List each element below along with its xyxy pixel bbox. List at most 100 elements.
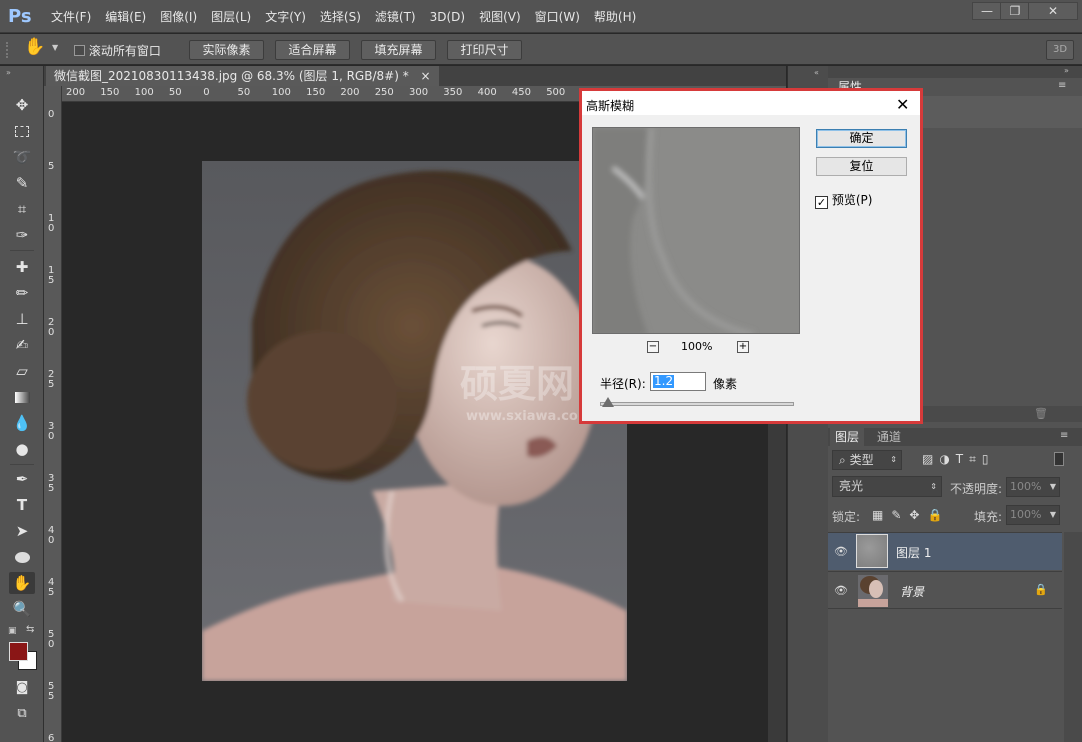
visibility-eye-icon[interactable]: 👁 [834, 545, 848, 558]
radius-value: 1.2 [653, 374, 675, 388]
properties-menu-icon[interactable]: ≡ [1058, 80, 1066, 91]
menu-item[interactable]: 编辑(E) [98, 8, 153, 25]
minimize-button[interactable]: — [972, 2, 1002, 20]
gradient-tool-icon[interactable] [9, 386, 35, 408]
print-size-button[interactable]: 打印尺寸 [447, 40, 522, 60]
vertical-ruler: 0 5 1 0 1 5 2 0 2 5 3 0 3 5 4 0 4 5 5 0 5 5 6 0 [44, 86, 62, 742]
document-tab[interactable]: 微信截图_20210830113438.jpg @ 68.3% (图层 1, R… [46, 66, 439, 86]
lock-icon: 🔒 [1034, 583, 1048, 596]
tab-channels[interactable]: 通道 [872, 428, 906, 446]
fill-screen-button[interactable]: 填充屏幕 [361, 40, 436, 60]
layer-filter-select[interactable]: ⌕ 类型 ⇕ [832, 450, 902, 470]
ruler-tick-label: 250 [374, 87, 394, 98]
restore-button[interactable]: ❐ [1000, 2, 1030, 20]
fill-label: 填充: [974, 510, 1003, 524]
menu-item[interactable]: 图像(I) [153, 8, 204, 25]
dodge-tool-icon[interactable]: ● [9, 438, 35, 460]
zoom-out-button[interactable]: − [647, 341, 659, 353]
pen-tool-icon[interactable]: ✒ [9, 468, 35, 490]
fill-field[interactable]: 100% ▼ [1006, 505, 1060, 525]
ok-button[interactable]: 确定 [816, 129, 907, 148]
foreground-color-swatch[interactable] [9, 642, 28, 661]
history-brush-tool-icon[interactable]: ✍ [9, 334, 35, 356]
hand-tool-icon[interactable]: ✋ [24, 37, 45, 57]
eyedropper-tool-icon[interactable]: ✑ [9, 224, 35, 246]
preview-checkbox[interactable]: ✓ 预览(P) [815, 191, 872, 209]
actual-pixels-button[interactable]: 实际像素 [189, 40, 264, 60]
watermark-url: www.sxiawa.com [466, 409, 592, 424]
delete-icon[interactable]: 🗑 [1034, 407, 1048, 420]
quick-mask-icon[interactable]: ◙ [9, 676, 35, 698]
radius-slider-thumb[interactable] [601, 397, 614, 407]
dock-header: » [828, 66, 1082, 78]
tab-layers[interactable]: 图层 [830, 428, 865, 446]
move-tool-icon[interactable]: ✥ [9, 94, 35, 116]
layer-name[interactable]: 背景 [900, 583, 924, 600]
zoom-in-button[interactable]: + [737, 341, 749, 353]
radius-input[interactable]: 1.2 [650, 372, 706, 391]
blend-mode-select[interactable]: 亮光 ⇕ [832, 476, 942, 497]
close-icon[interactable]: ✕ [896, 95, 909, 114]
menu-item[interactable]: 滤镜(T) [368, 8, 423, 25]
menu-item[interactable]: 窗口(W) [528, 8, 587, 25]
menu-item[interactable]: 视图(V) [472, 8, 528, 25]
blur-tool-icon[interactable]: 💧 [9, 412, 35, 434]
healing-brush-tool-icon[interactable]: ✚ [9, 256, 35, 278]
tool-preset-chevron-icon[interactable]: ▼ [52, 43, 58, 52]
panel-column-collapse-icon[interactable]: « [814, 68, 819, 77]
ellipse-tool-icon[interactable] [9, 546, 35, 568]
menu-item[interactable]: 3D(D) [423, 10, 472, 24]
layer-name[interactable]: 图层 1 [896, 544, 931, 561]
screen-mode-icon[interactable]: ⧉ [9, 702, 35, 724]
collapse-tools-icon[interactable]: » [6, 68, 11, 77]
type-tool-icon[interactable]: T [9, 494, 35, 516]
checkmark-icon[interactable]: ✓ [815, 196, 828, 209]
menu-item[interactable]: 文字(Y) [258, 8, 313, 25]
tools-divider [10, 464, 34, 465]
scroll-all-windows-label: 滚动所有窗口 [88, 44, 161, 58]
default-colors-icon[interactable]: ▣ [8, 626, 17, 636]
visibility-eye-icon[interactable]: 👁 [834, 584, 848, 597]
workspace-3d-button[interactable]: 3D [1046, 40, 1074, 60]
watermark-logo: 硕夏网 [460, 362, 575, 406]
opacity-field[interactable]: 100% ▼ [1006, 477, 1060, 497]
radius-unit: 像素 [713, 377, 738, 391]
menu-item[interactable]: 图层(L) [204, 8, 258, 25]
scroll-all-windows-checkbox[interactable]: 滚动所有窗口 [74, 42, 161, 59]
crop-tool-icon[interactable]: ⌗ [9, 198, 35, 220]
layer-row[interactable]: 👁 图层 1 [828, 532, 1062, 570]
hand-tool-active-icon[interactable]: ✋ [9, 572, 35, 594]
filter-toggle-icon[interactable] [1054, 452, 1064, 466]
document-tab-close-icon[interactable]: × [421, 69, 431, 83]
layer-filter-icons[interactable]: ▨◑T⌗▯ [922, 452, 995, 467]
dialog-titlebar[interactable]: 高斯模糊 ✕ [582, 91, 920, 115]
brush-tool-icon[interactable]: ✏ [9, 282, 35, 304]
quick-selection-tool-icon[interactable]: ✎ [9, 172, 35, 194]
fit-screen-button[interactable]: 适合屏幕 [275, 40, 350, 60]
menu-bar: Ps 文件(F) 编辑(E) 图像(I) 图层(L) 文字(Y) 选择(S) 滤镜(T) 3D… [0, 0, 1082, 33]
ruler-tick-label: 50 [168, 87, 182, 98]
blur-preview-window[interactable] [592, 127, 800, 334]
lasso-tool-icon[interactable]: ➰ [9, 146, 35, 168]
layers-scrollbar[interactable] [1064, 532, 1082, 742]
lock-icons[interactable]: ▦✎✥🔒 [872, 508, 950, 522]
layer-row[interactable]: 👁 背景 🔒 [828, 571, 1062, 609]
ruler-tick-label: 6 0 [48, 733, 55, 742]
close-window-button[interactable]: ✕ [1028, 2, 1078, 20]
ruler-tick-label: 350 [443, 87, 463, 98]
checkbox-box[interactable] [74, 45, 85, 56]
path-selection-tool-icon[interactable]: ➤ [9, 520, 35, 542]
eraser-tool-icon[interactable]: ▱ [9, 360, 35, 382]
menu-item[interactable]: 文件(F) [44, 8, 98, 25]
menu-item[interactable]: 选择(S) [313, 8, 368, 25]
menu-item[interactable]: 帮助(H) [587, 8, 643, 25]
reset-button[interactable]: 复位 [816, 157, 907, 176]
swap-colors-icon[interactable]: ⇆ [26, 624, 34, 635]
layer-filter-value: 类型 [849, 453, 874, 467]
layers-menu-icon[interactable]: ≡ [1060, 430, 1068, 441]
marquee-tool-icon[interactable] [9, 120, 35, 142]
clone-stamp-tool-icon[interactable]: ⊥ [9, 308, 35, 330]
dock-collapse-icon[interactable]: » [1064, 66, 1069, 75]
radius-slider-track[interactable] [600, 402, 794, 406]
zoom-tool-icon[interactable]: 🔍 [9, 598, 35, 620]
